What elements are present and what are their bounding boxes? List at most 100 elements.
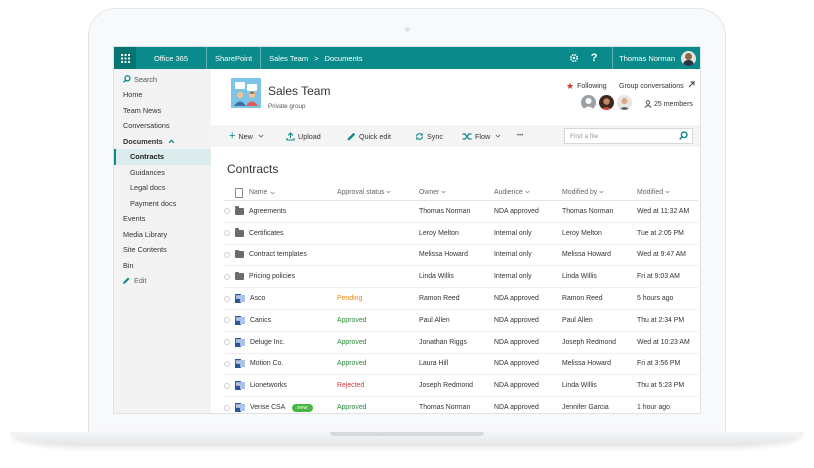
table-row[interactable]: W Lionetworks Rejected Joseph Redmond NDA… — [224, 375, 698, 398]
nav-search[interactable]: Search — [114, 71, 211, 87]
gear-icon[interactable] — [564, 47, 584, 69]
table-row[interactable]: Agreements Thomas Norman NDA approved Th… — [224, 201, 698, 223]
nav-item-team-news[interactable]: Team News — [114, 103, 211, 119]
modified-by: Linda Willis — [562, 273, 597, 281]
word-doc-icon: W — [235, 294, 245, 304]
sharepoint-link[interactable]: SharePoint — [207, 47, 260, 69]
breadcrumb-site[interactable]: Sales Team — [269, 54, 308, 63]
table-row[interactable]: Pricing policies Linda Willis Internal o… — [224, 266, 698, 289]
left-navigation: Search Home Team News Conversations Docu… — [114, 69, 211, 413]
nav-item-conversations[interactable]: Conversations — [114, 118, 211, 134]
row-checkbox[interactable] — [224, 360, 230, 367]
item-name[interactable]: Asco — [250, 295, 265, 302]
owner: Ramon Reed — [419, 295, 460, 303]
nav-item-events[interactable]: Events — [114, 211, 211, 227]
modified: Fri at 9:03 AM — [637, 273, 680, 281]
table-row[interactable]: Certificates Leroy Melton Internal only … — [224, 223, 698, 245]
table-row[interactable]: Contract templates Melissa Howard Intern… — [224, 245, 698, 267]
row-checkbox[interactable] — [224, 230, 230, 237]
table-row[interactable]: W Verise CSA new Approved Thomas Norman ND… — [224, 397, 698, 413]
quick-edit-label: Quick edit — [359, 131, 391, 141]
more-actions-button[interactable]: ••• — [517, 125, 523, 147]
nav-item-contracts[interactable]: Contracts — [114, 149, 211, 165]
group-conversations-link[interactable]: Group conversations — [619, 81, 695, 90]
member-avatar[interactable] — [581, 95, 596, 110]
nav-item-bin[interactable]: Bin — [114, 258, 211, 274]
column-modified[interactable]: Modified — [637, 189, 698, 196]
search-icon[interactable] — [679, 131, 688, 140]
sync-button[interactable]: Sync — [415, 125, 443, 147]
row-checkbox[interactable] — [224, 208, 230, 215]
item-name[interactable]: Contract templates — [249, 251, 307, 258]
column-approval-status[interactable]: Approval status — [337, 189, 419, 196]
nav-edit-link[interactable]: Edit — [114, 273, 211, 289]
help-button[interactable]: ? — [584, 47, 604, 69]
audience: NDA approved — [494, 338, 539, 346]
nav-item-payment-docs[interactable]: Payment docs — [114, 196, 211, 212]
modified: Wed at 11:32 AM — [637, 207, 690, 215]
row-checkbox[interactable] — [224, 273, 230, 280]
modified: Fri at 3:56 PM — [637, 360, 681, 368]
item-name[interactable]: Lionetworks — [250, 382, 287, 389]
item-name[interactable]: Canics — [250, 317, 271, 324]
member-avatar[interactable] — [599, 95, 614, 110]
quick-edit-button[interactable]: Quick edit — [347, 125, 391, 147]
user-menu[interactable]: Thomas Norman — [612, 47, 700, 69]
word-doc-icon: W — [235, 337, 245, 347]
chevron-down-icon — [386, 190, 391, 194]
item-name[interactable]: Pricing policies — [249, 273, 295, 280]
member-avatar[interactable] — [617, 95, 632, 110]
item-name[interactable]: Agreements — [249, 208, 286, 215]
row-checkbox[interactable] — [224, 251, 230, 258]
nav-item-home[interactable]: Home — [114, 87, 211, 103]
breadcrumb-library[interactable]: Documents — [325, 54, 363, 63]
table-row[interactable]: W Deluge Inc. Approved Jonathan Riggs NDA… — [224, 332, 698, 354]
site-logo[interactable] — [231, 78, 261, 108]
office365-link[interactable]: Office 365 — [136, 47, 206, 69]
plus-icon: + — [229, 130, 236, 142]
nav-item-site-contents[interactable]: Site Contents — [114, 242, 211, 258]
item-name[interactable]: Motion Co. — [250, 360, 283, 367]
audience: Internal only — [494, 251, 532, 259]
nav-item-documents[interactable]: Documents — [114, 134, 211, 150]
table-row[interactable]: W Canics Approved Paul Allen NDA approved… — [224, 310, 698, 332]
item-name[interactable]: Certificates — [249, 230, 283, 237]
chevron-down-icon — [665, 190, 670, 194]
column-owner-label: Owner — [419, 189, 440, 196]
upload-button[interactable]: Upload — [286, 125, 321, 147]
chevron-down-icon — [599, 190, 604, 194]
row-checkbox[interactable] — [224, 295, 230, 302]
row-checkbox[interactable] — [224, 317, 230, 324]
row-checkbox[interactable] — [224, 382, 230, 389]
item-name[interactable]: Verise CSA — [250, 404, 285, 411]
row-checkbox[interactable] — [224, 339, 230, 346]
app-launcher-icon[interactable] — [114, 47, 136, 69]
column-owner[interactable]: Owner — [419, 189, 494, 196]
item-name[interactable]: Deluge Inc. — [250, 339, 285, 346]
approval-status: Approved — [337, 338, 367, 346]
follow-button[interactable]: ★ Following — [566, 81, 607, 92]
flow-button[interactable]: Flow — [462, 125, 501, 147]
modified-by: Paul Allen — [562, 316, 593, 324]
members-link[interactable]: 25 members — [644, 100, 693, 108]
modified: Thu at 2:34 PM — [637, 316, 685, 324]
owner: Jonathan Riggs — [419, 338, 467, 346]
modified: 5 hours ago — [637, 295, 674, 303]
column-name[interactable]: Name — [235, 187, 337, 198]
nav-item-media-library[interactable]: Media Library — [114, 227, 211, 243]
sync-icon — [415, 132, 424, 140]
nav-item-guidances[interactable]: Guidances — [114, 165, 211, 181]
modified: Wed at 9:47 AM — [637, 251, 686, 259]
row-checkbox[interactable] — [224, 404, 230, 411]
table-row[interactable]: W Asco Pending Ramon Reed NDA approved Ra… — [224, 288, 698, 310]
find-file-input[interactable]: Find a file — [564, 128, 693, 144]
modified-by: Ramon Reed — [562, 295, 603, 303]
audience: NDA approved — [494, 382, 539, 390]
chevron-down-icon — [525, 190, 530, 194]
nav-item-legal-docs[interactable]: Legal docs — [114, 180, 211, 196]
new-button[interactable]: + New — [229, 125, 264, 147]
file-type-icon — [235, 187, 243, 198]
column-audience[interactable]: Audience — [494, 189, 562, 196]
column-modified-by[interactable]: Modified by — [562, 189, 637, 196]
table-row[interactable]: W Motion Co. Approved Laura Hill NDA appr… — [224, 354, 698, 376]
